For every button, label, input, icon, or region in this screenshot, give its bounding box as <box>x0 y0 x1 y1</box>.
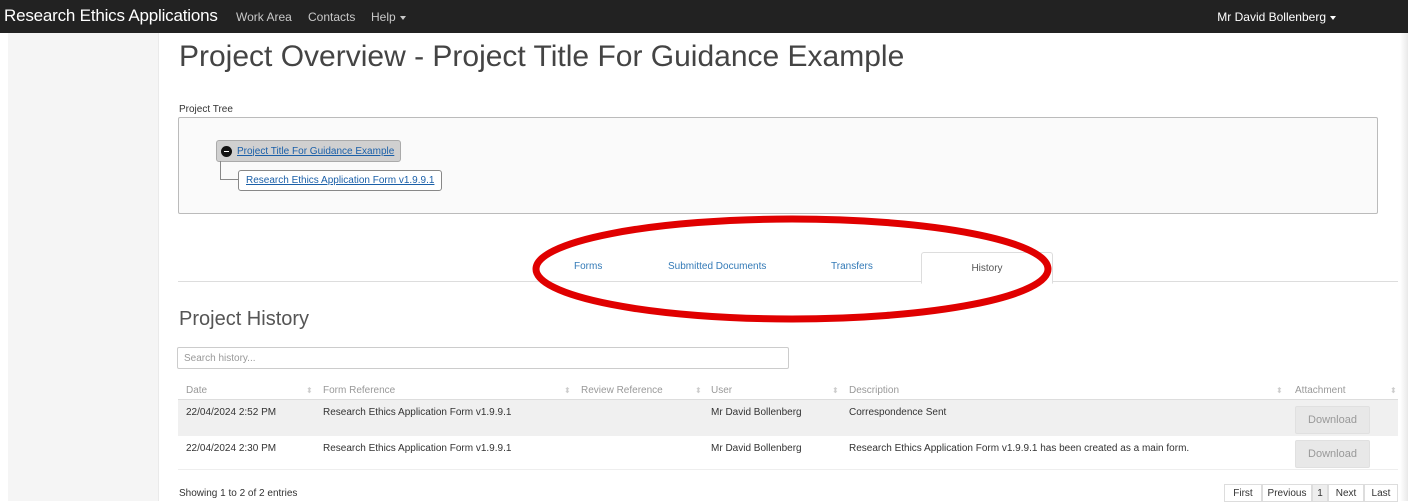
tree-child-link[interactable]: Research Ethics Application Form v1.9.9.… <box>246 175 434 186</box>
user-name: Mr David Bollenberg <box>1217 10 1326 24</box>
column-description[interactable]: Description <box>849 385 899 396</box>
nav-work-area[interactable]: Work Area <box>236 10 292 24</box>
column-form-reference[interactable]: Form Reference <box>323 385 395 396</box>
table-row: 22/04/2024 2:30 PM Research Ethics Appli… <box>178 436 1398 470</box>
sort-icon[interactable]: ⬍ <box>1390 386 1397 395</box>
column-user[interactable]: User <box>711 385 732 396</box>
search-history-input[interactable] <box>177 347 789 369</box>
pager-last-button[interactable]: Last <box>1364 484 1398 502</box>
tab-history-label: History <box>971 262 1003 274</box>
nav-help-label: Help <box>371 10 396 24</box>
cell-date: 22/04/2024 2:52 PM <box>186 407 277 418</box>
download-button[interactable]: Download <box>1295 440 1370 468</box>
column-attachment[interactable]: Attachment <box>1295 385 1346 396</box>
chevron-down-icon <box>1330 15 1336 20</box>
download-button[interactable]: Download <box>1295 406 1370 434</box>
brand-link[interactable]: Research Ethics Applications <box>4 6 218 26</box>
tab-transfers[interactable]: Transfers <box>831 261 873 272</box>
cell-description: Correspondence Sent <box>849 407 947 418</box>
sort-icon[interactable]: ⬍ <box>1276 386 1283 395</box>
pager-previous-button[interactable]: Previous <box>1262 484 1312 502</box>
column-review-reference[interactable]: Review Reference <box>581 385 663 396</box>
sidebar <box>8 33 159 501</box>
tabs-divider <box>178 281 1398 282</box>
sort-icon[interactable]: ⬍ <box>832 386 839 395</box>
cell-form-reference: Research Ethics Application Form v1.9.9.… <box>323 443 512 454</box>
collapse-icon[interactable] <box>221 145 232 157</box>
sort-icon[interactable]: ⬍ <box>306 386 313 395</box>
cell-user: Mr David Bollenberg <box>711 443 802 454</box>
tree-connector <box>220 161 239 180</box>
nav-help[interactable]: Help <box>371 10 406 24</box>
tab-forms[interactable]: Forms <box>574 261 602 272</box>
table-row: 22/04/2024 2:52 PM Research Ethics Appli… <box>178 400 1398 436</box>
tree-node-root[interactable]: Project Title For Guidance Example <box>216 140 402 162</box>
page-title: Project Overview - Project Title For Gui… <box>179 40 905 73</box>
project-tree-label: Project Tree <box>179 104 233 115</box>
pager-first-button[interactable]: First <box>1224 484 1262 502</box>
project-tree-panel <box>178 117 1378 214</box>
cell-description: Research Ethics Application Form v1.9.9.… <box>849 443 1190 454</box>
sort-icon[interactable]: ⬍ <box>695 386 702 395</box>
nav-contacts[interactable]: Contacts <box>308 10 355 24</box>
sort-icon[interactable]: ⬍ <box>564 386 571 395</box>
user-menu[interactable]: Mr David Bollenberg <box>1217 10 1336 24</box>
tab-submitted-documents[interactable]: Submitted Documents <box>668 261 766 272</box>
pager-next-button[interactable]: Next <box>1328 484 1364 502</box>
entries-info: Showing 1 to 2 of 2 entries <box>179 488 298 499</box>
history-title: Project History <box>179 308 310 330</box>
cell-form-reference: Research Ethics Application Form v1.9.9.… <box>323 407 512 418</box>
tree-root-link[interactable]: Project Title For Guidance Example <box>237 146 394 157</box>
pager-page-1[interactable]: 1 <box>1312 484 1328 502</box>
chevron-down-icon <box>399 15 406 20</box>
column-date[interactable]: Date <box>186 385 207 396</box>
top-navbar: Research Ethics Applications Work Area C… <box>0 0 1408 33</box>
tree-node-child[interactable]: Research Ethics Application Form v1.9.9.… <box>238 170 443 191</box>
page-edge <box>1400 33 1408 501</box>
tab-history[interactable]: History <box>921 252 1053 284</box>
cell-user: Mr David Bollenberg <box>711 407 802 418</box>
cell-date: 22/04/2024 2:30 PM <box>186 443 277 454</box>
